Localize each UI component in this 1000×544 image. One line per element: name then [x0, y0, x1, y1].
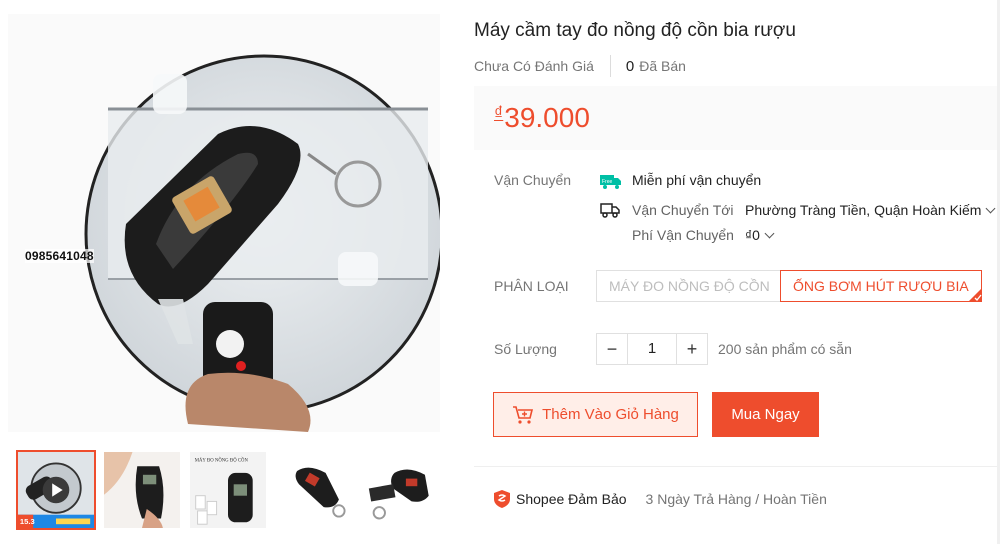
ship-fee-selector[interactable]: ₫0	[745, 227, 775, 243]
thumbnail-1[interactable]: 15.3	[16, 450, 96, 530]
thumbnail-4[interactable]	[278, 450, 358, 530]
thumbnail-3[interactable]: MÁY ĐO NỒNG ĐỘ CỒN	[188, 450, 268, 530]
product-title: Máy cầm tay đo nồng độ cồn bia rượu	[474, 20, 796, 41]
cart-icon	[513, 405, 534, 424]
divider	[474, 466, 1000, 467]
sold-label: Đã Bán	[639, 58, 686, 74]
thumbnail-5[interactable]	[364, 450, 444, 530]
thumbnail-3-image: MÁY ĐO NỒNG ĐỘ CỒN	[190, 452, 266, 528]
chevron-down-icon	[764, 228, 775, 239]
shipping-label: Vận Chuyển	[494, 172, 572, 188]
variant-label: PHÂN LOẠI	[494, 278, 569, 294]
rating-text[interactable]: Chưa Có Đánh Giá	[474, 58, 594, 74]
thumb1-badge: 15.3	[20, 517, 35, 526]
shield-icon	[494, 490, 510, 508]
variant-option-1[interactable]: MÁY ĐO NỒNG ĐỘ CỒN	[596, 270, 783, 302]
free-shipping-text: Miễn phí vận chuyển	[632, 172, 762, 188]
thumbnail-video-image: 15.3	[18, 452, 94, 528]
price-section: ₫39.000	[474, 86, 1000, 150]
check-tick-icon	[967, 288, 982, 302]
thumbnail-2[interactable]	[102, 450, 182, 530]
main-product-image[interactable]	[8, 14, 440, 432]
stock-text: 200 sản phẩm có sẵn	[718, 341, 852, 357]
rating-sold-row: Chưa Có Đánh Giá 0 Đã Bán	[474, 55, 686, 77]
divider	[609, 55, 611, 77]
variant-option-2[interactable]: ỐNG BƠM HÚT RƯỢU BIA	[780, 270, 982, 302]
quantity-stepper: − 1 +	[596, 333, 708, 365]
thumb3-caption: MÁY ĐO NỒNG ĐỘ CỒN	[195, 458, 249, 464]
thumbnail-5-image	[366, 452, 442, 528]
product-gallery: 0985641048 15.3 MÁY ĐO NỒNG ĐỘ CỒN	[0, 0, 442, 544]
shopee-guarantee[interactable]: Shopee Đảm Bảo 3 Ngày Trả Hàng / Hoàn Ti…	[493, 489, 827, 509]
currency-symbol: ₫	[494, 103, 504, 123]
phone-watermark: 0985641048	[25, 249, 94, 263]
truck-icon	[600, 203, 620, 218]
chevron-down-icon	[986, 203, 996, 214]
quantity-decrease-button[interactable]: −	[597, 334, 627, 364]
price-value: 39.000	[504, 102, 590, 133]
add-to-cart-label: Thêm Vào Giỏ Hàng	[542, 406, 679, 423]
thumbnail-4-image	[280, 452, 356, 528]
ship-to-label: Vận Chuyển Tới	[632, 202, 734, 218]
variant-option-2-label: ỐNG BƠM HÚT RƯỢU BIA	[793, 278, 969, 294]
ship-to-selector[interactable]: Phường Tràng Tiền, Quận Hoàn Kiếm	[745, 202, 996, 218]
thumbnail-strip: 15.3 MÁY ĐO NỒNG ĐỘ CỒN	[14, 450, 444, 530]
add-to-cart-button[interactable]: Thêm Vào Giỏ Hàng	[493, 392, 698, 437]
thumbnail-2-image	[104, 452, 180, 528]
ship-to-value: Phường Tràng Tiền, Quận Hoàn Kiếm	[745, 202, 982, 218]
guarantee-brand: Shopee Đảm Bảo	[516, 491, 627, 507]
breathalyzer-photo	[8, 14, 440, 432]
free-shipping-icon: Free	[600, 175, 621, 189]
sold-count: 0	[625, 57, 635, 75]
guarantee-desc: 3 Ngày Trả Hàng / Hoàn Tiền	[645, 491, 827, 507]
quantity-increase-button[interactable]: +	[677, 334, 707, 364]
price: ₫39.000	[494, 102, 590, 134]
free-badge-text: Free	[602, 179, 613, 185]
quantity-label: Số Lượng	[494, 341, 557, 357]
ship-fee-value: ₫0	[745, 227, 760, 243]
quantity-input[interactable]: 1	[627, 334, 677, 364]
buy-now-button[interactable]: Mua Ngay	[712, 392, 819, 437]
ship-fee-label: Phí Vận Chuyển	[632, 227, 734, 243]
product-info: Máy cầm tay đo nồng độ cồn bia rượu Chưa…	[474, 0, 1000, 544]
